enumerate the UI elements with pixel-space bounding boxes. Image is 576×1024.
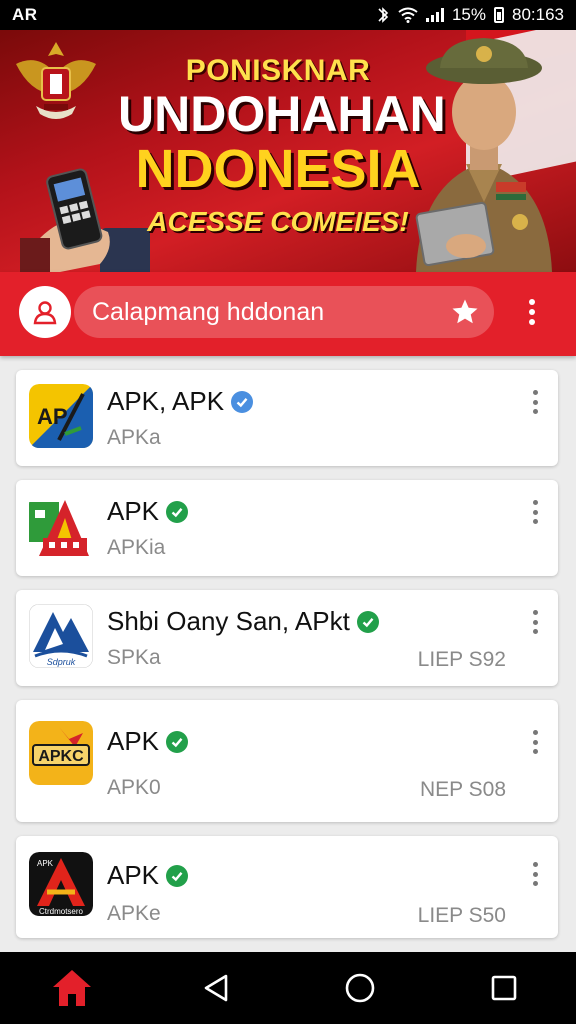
apk-logo-icon [29, 494, 93, 558]
item-menu-icon[interactable] [528, 500, 542, 524]
app-title: APK [107, 726, 189, 757]
banner-text-block: PONISKNAR UNDOHAHAN NDONESIA ACESSE COME… [118, 54, 446, 238]
banner-title-line2: NDONESIA [135, 139, 421, 199]
app-subtitle: APKa [107, 426, 161, 449]
app-subtitle: APKe [107, 902, 161, 925]
app-subtitle: SPKa [107, 646, 161, 669]
banner-subtitle: PONISKNAR [185, 54, 371, 87]
item-menu-icon[interactable] [528, 730, 542, 754]
home-tab-button[interactable] [42, 958, 102, 1018]
signal-icon [378, 7, 389, 23]
apk-logo-icon: APKC [29, 721, 93, 785]
app-icon-label: Sdpruk [47, 657, 76, 667]
cellular-icon [425, 8, 444, 22]
back-button[interactable] [186, 958, 246, 1018]
promo-banner[interactable]: PONISKNAR UNDOHAHAN NDONESIA ACESSE COME… [0, 30, 576, 272]
battery-icon [494, 7, 504, 23]
verified-badge-icon [166, 500, 189, 523]
verified-badge-icon [231, 390, 254, 413]
wifi-icon [398, 7, 418, 23]
profile-button[interactable] [19, 286, 71, 338]
apk-logo-icon: APK Ctrdmotsero [29, 852, 93, 916]
banner-cta[interactable]: ACESSE COMEIES! [118, 206, 438, 238]
app-meta: LIEP S50 [417, 904, 506, 927]
verified-badge-icon [166, 730, 189, 753]
apk-logo-icon: AP [29, 384, 93, 448]
user-icon [33, 301, 57, 325]
status-carrier-text: AR [12, 5, 38, 24]
app-icon-label: APK [37, 859, 54, 868]
garuda-emblem-icon [16, 42, 96, 119]
search-text: Calapmang hddonan [92, 297, 325, 326]
battery-percent: 15% [451, 5, 486, 24]
verified-badge-icon [166, 864, 189, 887]
banner-title-line1: UNDOHAHAN [118, 86, 446, 142]
apk-logo-icon: Sdpruk [29, 604, 93, 668]
app-meta: NEP S08 [420, 778, 506, 801]
app-list: AP APK, APK APKa APK APKia Sdpruk Shbi O… [0, 356, 576, 952]
recents-button[interactable] [474, 958, 534, 1018]
svg-text:AP: AP [37, 404, 68, 429]
status-bar: AR 15% 80:163 [0, 0, 576, 30]
list-item[interactable]: APK Ctrdmotsero APK APKe LIEP S50 [16, 836, 558, 938]
app-title: Shbi Oany San, APkt [107, 606, 379, 637]
verified-badge-icon [356, 610, 379, 633]
app-meta: LIEP S92 [417, 648, 506, 671]
app-title: APK, APK [107, 386, 254, 417]
list-item[interactable]: APKC APK APK0 NEP S08 [16, 700, 558, 822]
officer-illustration [415, 38, 552, 272]
app-title: APK [107, 496, 189, 527]
status-time: 80:163 [512, 5, 564, 24]
nav-bar [0, 952, 576, 1024]
item-menu-icon[interactable] [528, 610, 542, 634]
app-subtitle: APKia [107, 536, 166, 559]
back-icon [204, 974, 228, 1002]
home-button[interactable] [330, 958, 390, 1018]
list-item[interactable]: AP APK, APK APKa [16, 370, 558, 466]
app-icon-label: Ctrdmotsero [39, 907, 84, 916]
home-icon [53, 970, 91, 1006]
app-title: APK [107, 860, 189, 891]
recents-icon [491, 975, 517, 1001]
item-menu-icon[interactable] [528, 862, 542, 886]
home-circle-icon [345, 973, 375, 1003]
list-item[interactable]: APK APKia [16, 480, 558, 576]
list-item[interactable]: Sdpruk Shbi Oany San, APkt SPKa LIEP S92 [16, 590, 558, 686]
app-subtitle: APK0 [107, 776, 161, 799]
search-field[interactable]: Calapmang hddonan [74, 286, 494, 338]
status-icons: 15% 80:163 [376, 5, 564, 25]
app-bar: Calapmang hddonan [0, 272, 576, 356]
star-icon[interactable] [450, 297, 480, 327]
item-menu-icon[interactable] [528, 390, 542, 414]
app-icon-label: APKC [38, 748, 84, 765]
more-vert-icon[interactable] [521, 296, 543, 328]
